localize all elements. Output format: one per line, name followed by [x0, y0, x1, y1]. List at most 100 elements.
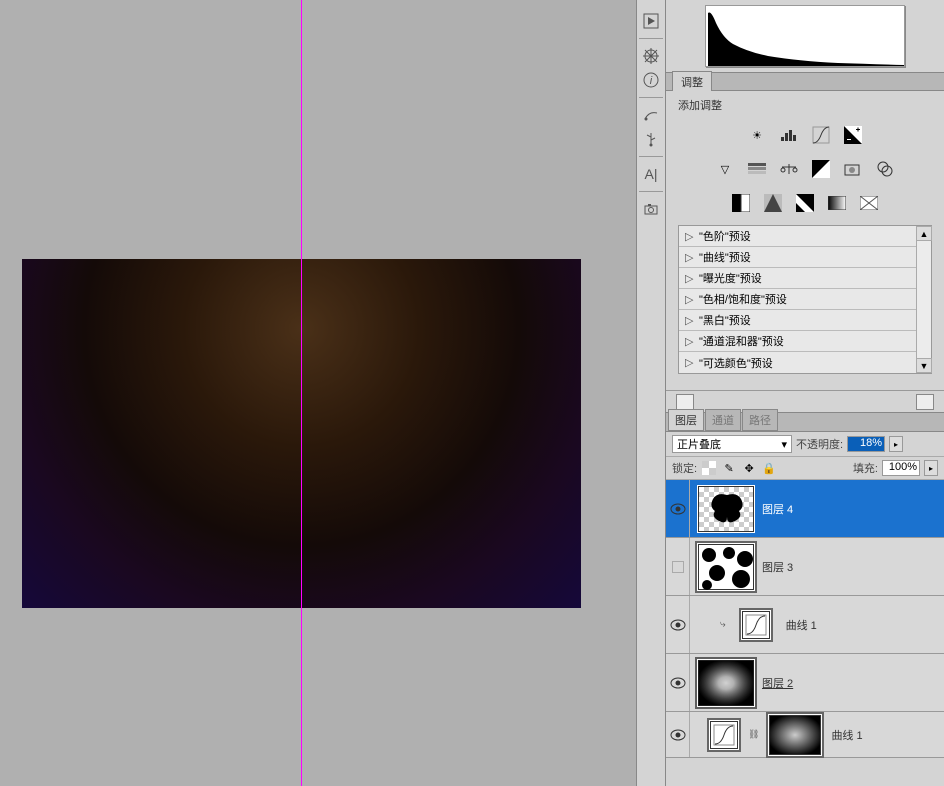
disclosure-arrow-icon: ▷ [685, 293, 695, 306]
usb-icon[interactable] [640, 128, 662, 150]
layer-name[interactable]: 曲线 1 [831, 727, 862, 743]
preset-selective-color[interactable]: ▷"可选颜色"预设 [679, 352, 916, 373]
adjustments-tab[interactable]: 调整 [672, 71, 712, 92]
scroll-down-icon[interactable]: ▼ [916, 358, 932, 373]
channel-mixer-icon[interactable] [873, 157, 897, 181]
preset-label: "曲线"预设 [699, 249, 751, 265]
visibility-eye-icon[interactable] [670, 677, 686, 689]
visibility-off-icon[interactable] [672, 561, 684, 573]
play-icon[interactable] [640, 10, 662, 32]
lock-transparency-icon[interactable] [701, 460, 717, 476]
wheel-icon[interactable] [640, 45, 662, 67]
trash-button[interactable] [916, 394, 934, 410]
preset-bw[interactable]: ▷ "黑白"预设 [679, 310, 916, 331]
layer-name[interactable]: 图层 4 [762, 501, 793, 517]
presets-list-container: ▷ "色阶"预设 ▷ "曲线"预设 ▷"曝光度"预设 ▷ "色相/饱和度"预设 ▷ "黑… [678, 225, 932, 374]
layers-list: 图层 4 图层 3 ⤷ 曲线 1 [666, 480, 944, 786]
visibility-eye-icon[interactable] [670, 619, 686, 631]
lock-pixels-icon[interactable]: ✎ [721, 460, 737, 476]
gradient-map-icon[interactable] [825, 191, 849, 215]
bw-icon[interactable] [809, 157, 833, 181]
svg-text:i: i [650, 75, 653, 87]
disclosure-arrow-icon: ▷ [685, 230, 695, 243]
exposure-icon[interactable] [841, 123, 865, 147]
canvas-area[interactable] [0, 0, 636, 786]
lock-fill-row: 锁定: ✎ ✥ 🔒 填充: 100% ▸ [666, 457, 944, 480]
invert-icon[interactable] [729, 191, 753, 215]
tab-channels[interactable]: 通道 [705, 409, 741, 431]
layer-name[interactable]: 曲线 1 [786, 617, 817, 633]
adjustments-body: 添加调整 ☀ ▽ ▷"色阶"预设 ▷"曲线"预设 ▷"曝光度 [666, 91, 944, 390]
adjustment-thumb[interactable] [710, 721, 738, 749]
preset-label: "色阶"预设 [699, 228, 751, 244]
histogram-panel [666, 0, 944, 72]
layer-thumb[interactable] [698, 544, 754, 590]
clip-icon: ⤷ [720, 619, 726, 630]
levels-icon[interactable] [777, 123, 801, 147]
lock-position-icon[interactable]: ✥ [741, 460, 757, 476]
tab-layers[interactable]: 图层 [668, 409, 704, 431]
preset-channel-mixer[interactable]: ▷"通道混和器"预设 [679, 331, 916, 352]
layer-row[interactable]: 图层 3 [666, 538, 944, 596]
layers-tabs: 图层 通道 路径 [666, 413, 944, 432]
vibrance-icon[interactable]: ▽ [713, 157, 737, 181]
opacity-arrow-icon[interactable]: ▸ [889, 436, 903, 452]
threshold-icon[interactable] [793, 191, 817, 215]
tab-paths[interactable]: 路径 [742, 409, 778, 431]
selective-color-icon[interactable] [857, 191, 881, 215]
preset-label: "可选颜色"预设 [699, 355, 773, 371]
visibility-eye-icon[interactable] [670, 503, 686, 515]
info-icon[interactable]: i [640, 69, 662, 91]
layer-row[interactable]: ⤷ 曲线 1 [666, 596, 944, 654]
lock-all-icon[interactable]: 🔒 [761, 460, 777, 476]
camera-icon[interactable] [640, 198, 662, 220]
layers-panel: 图层 通道 路径 正片叠底 ▾ 不透明度: 18% ▸ 锁定: ✎ ✥ 🔒 填充… [666, 412, 944, 786]
brush-tip-icon[interactable] [640, 104, 662, 126]
posterize-icon[interactable] [761, 191, 785, 215]
layer-row[interactable]: ⛓ 曲线 1 [666, 712, 944, 758]
fill-arrow-icon[interactable]: ▸ [924, 460, 938, 476]
layer-name[interactable]: 图层 3 [762, 559, 793, 575]
hue-icon[interactable] [745, 157, 769, 181]
preset-hue-sat[interactable]: ▷ "色相/饱和度"预设 [679, 289, 916, 310]
preset-label: "色相/饱和度"预设 [699, 291, 787, 307]
blend-mode-select[interactable]: 正片叠底 ▾ [672, 435, 792, 453]
link-icon: ⛓ [748, 729, 759, 740]
presets-scrollbar[interactable]: ▲ ▼ [916, 226, 931, 373]
dropdown-arrow-icon: ▾ [781, 438, 787, 451]
layer-thumb[interactable] [698, 486, 754, 532]
blend-opacity-row: 正片叠底 ▾ 不透明度: 18% ▸ [666, 432, 944, 457]
disclosure-arrow-icon: ▷ [685, 314, 695, 327]
photo-filter-icon[interactable] [841, 157, 865, 181]
fill-input[interactable]: 100% [882, 460, 920, 476]
preset-curves[interactable]: ▷ "曲线"预设 [679, 247, 916, 268]
preset-exposure[interactable]: ▷"曝光度"预设 [679, 268, 916, 289]
balance-icon[interactable] [777, 157, 801, 181]
fill-label: 填充: [853, 460, 878, 476]
layer-row[interactable]: 图层 2 [666, 654, 944, 712]
curves-icon[interactable] [809, 123, 833, 147]
vertical-guide[interactable] [301, 0, 302, 786]
adjustment-thumb[interactable] [742, 611, 770, 639]
disclosure-arrow-icon: ▷ [685, 272, 695, 285]
histogram[interactable] [705, 5, 905, 67]
mask-thumb[interactable] [769, 715, 821, 755]
disclosure-arrow-icon: ▷ [685, 335, 695, 348]
brightness-icon[interactable]: ☀ [745, 123, 769, 147]
lock-label: 锁定: [672, 460, 697, 476]
mini-tool-strip: i A| [636, 0, 666, 786]
layer-name[interactable]: 图层 2 [762, 675, 793, 691]
right-panels: 调整 添加调整 ☀ ▽ ▷ "色阶"预设 ▷ "曲线"预设 [666, 0, 944, 786]
new-adj-button[interactable] [676, 394, 694, 410]
visibility-eye-icon[interactable] [670, 729, 686, 741]
preset-label: "黑白"预设 [699, 312, 751, 328]
opacity-label: 不透明度: [796, 436, 843, 452]
scroll-up-icon[interactable]: ▲ [916, 226, 932, 241]
preset-levels[interactable]: ▷ "色阶"预设 [679, 226, 916, 247]
add-adjustment-label: 添加调整 [678, 97, 932, 113]
opacity-input[interactable]: 18% [847, 436, 885, 452]
layer-thumb[interactable] [698, 660, 754, 706]
text-icon[interactable]: A| [640, 163, 662, 185]
disclosure-arrow-icon: ▷ [685, 251, 695, 264]
layer-row[interactable]: 图层 4 [666, 480, 944, 538]
